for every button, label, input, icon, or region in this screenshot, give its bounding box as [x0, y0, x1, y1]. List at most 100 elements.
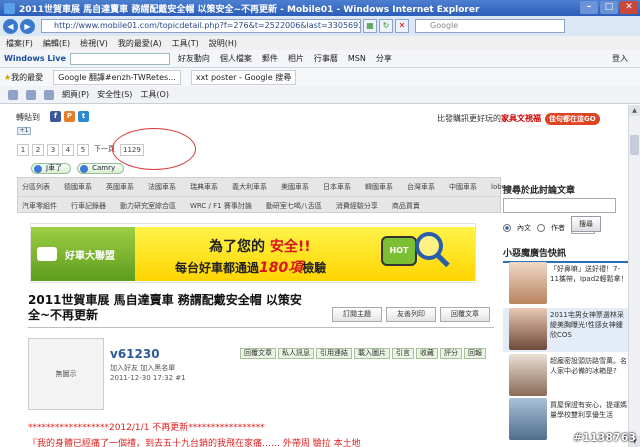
page-link-3[interactable]: 3 [47, 144, 59, 156]
cat-taiwan[interactable]: 台灣車系 [407, 182, 435, 192]
url-input[interactable]: http://www.mobile01.com/topicdetail.php?… [41, 19, 361, 33]
sidebar-ad-3[interactable]: 超龐密設頭訪路雪萬。名人家中必備的冰箱是? [503, 354, 628, 398]
page-link-4[interactable]: 4 [62, 144, 74, 156]
sidebar-ad-2[interactable]: 2011宅男女神票選林采緹美胸曝光!性感女神鍾欣COS [503, 308, 628, 352]
page-link-5[interactable]: 5 [77, 144, 89, 156]
menu-file[interactable]: 檔案(F) [6, 38, 33, 49]
cat-wrc-f1[interactable]: WRC / F1 賽事討論 [190, 201, 252, 211]
cat-japanese[interactable]: 日本車系 [323, 182, 351, 192]
menu-view[interactable]: 檢視(V) [80, 38, 108, 49]
bookmark-button-2[interactable]: Camry [77, 163, 125, 174]
twitter-icon[interactable]: t [78, 111, 89, 122]
cat-market[interactable]: 商品買賣 [392, 201, 420, 211]
favorites-label[interactable]: 我的最愛 [11, 72, 43, 83]
cat-consumer[interactable]: 消費經驗分享 [336, 201, 378, 211]
live-msn[interactable]: MSN [348, 54, 366, 63]
tool-message[interactable]: 私人訊息 [278, 348, 314, 359]
facebook-icon[interactable]: f [50, 111, 61, 122]
live-profile[interactable]: 個人檔案 [220, 53, 252, 64]
sidebar-search-input[interactable] [503, 198, 616, 213]
compat-icon[interactable]: ▦ [363, 19, 377, 33]
home-icon[interactable] [8, 89, 18, 100]
cat-british[interactable]: 英國車系 [106, 182, 134, 192]
cmd-tools[interactable]: 工具(O) [140, 89, 169, 100]
tool-rate[interactable]: 評分 [440, 348, 462, 359]
reply-button[interactable]: 回覆文章 [440, 307, 490, 322]
cat-korean[interactable]: 韓國車系 [365, 182, 393, 192]
ad-text-4: 買屋保證有安心，提運媽量學校雙利享優生活 [550, 401, 627, 419]
menu-favorites[interactable]: 我的最愛(A) [118, 38, 162, 49]
bookmark-button-1[interactable]: J車了 [31, 163, 72, 174]
feeds-icon[interactable] [26, 89, 36, 100]
tool-reply[interactable]: 回覆文章 [240, 348, 276, 359]
print-icon[interactable] [44, 89, 54, 100]
tool-favorite[interactable]: 收藏 [416, 348, 438, 359]
google-plus-one-icon[interactable]: +1 [17, 127, 31, 135]
refresh-icon[interactable]: ↻ [379, 19, 393, 33]
cat-power-lab[interactable]: 動力研究室綜合區 [120, 201, 176, 211]
stop-icon[interactable]: ✕ [395, 19, 409, 33]
cat-german[interactable]: 德國車系 [64, 182, 92, 192]
tool-link[interactable]: 引用連結 [316, 348, 352, 359]
menu-help[interactable]: 說明(H) [209, 38, 237, 49]
tool-report[interactable]: 回報 [464, 348, 486, 359]
cat-american[interactable]: 美國車系 [281, 182, 309, 192]
live-mail[interactable]: 郵件 [262, 53, 278, 64]
live-calendar[interactable]: 行事曆 [314, 53, 338, 64]
user-links[interactable]: 加入好友 加入黑名單 [110, 363, 175, 373]
favorite-tab-search[interactable]: xxt poster - Google 搜尋 [190, 69, 297, 85]
menu-edit[interactable]: 編輯(E) [43, 38, 70, 49]
live-share[interactable]: 分享 [376, 53, 392, 64]
cat-french[interactable]: 法國車系 [148, 182, 176, 192]
live-search-input[interactable] [69, 52, 170, 65]
cmd-page[interactable]: 網頁(P) [62, 89, 89, 100]
menu-tools[interactable]: 工具(T) [172, 38, 199, 49]
forward-button[interactable]: ▶ [20, 18, 35, 34]
banner-subline-suffix: 檢驗 [302, 261, 327, 275]
banner-subline-text: 每台好車都通過 [175, 261, 260, 275]
subscribe-button[interactable]: 訂閱主題 [332, 307, 382, 322]
banner-subline: 每台好車都通過180項檢驗 [175, 257, 326, 277]
sidebar-search-button[interactable]: 搜尋 [571, 216, 601, 232]
tool-quote[interactable]: 引言 [392, 348, 414, 359]
post-title: 2011世賀車展 馬自達賣車 務謂配戴安全帽 以策安全~不再更新 [28, 293, 302, 322]
cmd-safety[interactable]: 安全性(S) [97, 89, 132, 100]
top-text-ad[interactable]: 比發購訊更好玩的家具文視福 佳句都在這GO [437, 113, 600, 125]
browser-search-input[interactable]: Google [415, 19, 565, 33]
car-ad-banner[interactable]: 好車大聯盟 為了您的 安全!! 每台好車都通過180項檢驗 HOT [30, 223, 476, 283]
minimize-button[interactable]: – [580, 1, 598, 14]
maximize-button[interactable]: □ [600, 1, 618, 14]
back-button[interactable]: ◀ [3, 18, 18, 34]
live-photos[interactable]: 相片 [288, 53, 304, 64]
vertical-scrollbar[interactable]: ▲ ▼ [628, 105, 640, 447]
print-button[interactable]: 友善列印 [386, 307, 436, 322]
cat-parts[interactable]: 汽車零組件 [22, 201, 57, 211]
live-login[interactable]: 登入 [612, 53, 628, 64]
favorite-tab-translate[interactable]: Google 翻譯#enzh-TWRetes... [53, 69, 181, 85]
plurk-icon[interactable]: P [64, 111, 75, 122]
ad-thumb-1 [509, 262, 547, 304]
scroll-thumb[interactable] [630, 135, 639, 155]
live-friends[interactable]: 好友動向 [178, 53, 210, 64]
top-ad-button[interactable]: 佳句都在這GO [545, 113, 600, 125]
cat-chat[interactable]: 動研室七喝八舌區 [266, 201, 322, 211]
bookmark-label-1: J車了 [46, 164, 63, 172]
tool-load-images[interactable]: 載入圖片 [354, 348, 390, 359]
page-link-2[interactable]: 2 [32, 144, 44, 156]
sidebar-ad-1[interactable]: 「好鼻嘛」送好禮！7-11攜帶，Ipad2輕鬆拿！ [503, 262, 628, 306]
hot-badge-icon: HOT [381, 236, 417, 266]
cat-list[interactable]: 分區列表 [22, 182, 50, 192]
banner-headline-text: 為了您的 [209, 239, 265, 255]
radio-author[interactable] [537, 224, 545, 232]
scroll-up-icon[interactable]: ▲ [629, 105, 640, 116]
close-window-button[interactable]: ✕ [620, 1, 638, 14]
post-username[interactable]: v61230 [110, 347, 160, 361]
page-link-1[interactable]: 1 [17, 144, 29, 156]
cat-china[interactable]: 中國車系 [449, 182, 477, 192]
ie-icon [4, 2, 15, 14]
image-watermark: #1138763 [573, 431, 636, 444]
cat-swedish[interactable]: 瑞典車系 [190, 182, 218, 192]
radio-content[interactable] [503, 224, 511, 232]
cat-dashcam[interactable]: 行車記錄器 [71, 201, 106, 211]
cat-italian[interactable]: 義大利車系 [232, 182, 267, 192]
